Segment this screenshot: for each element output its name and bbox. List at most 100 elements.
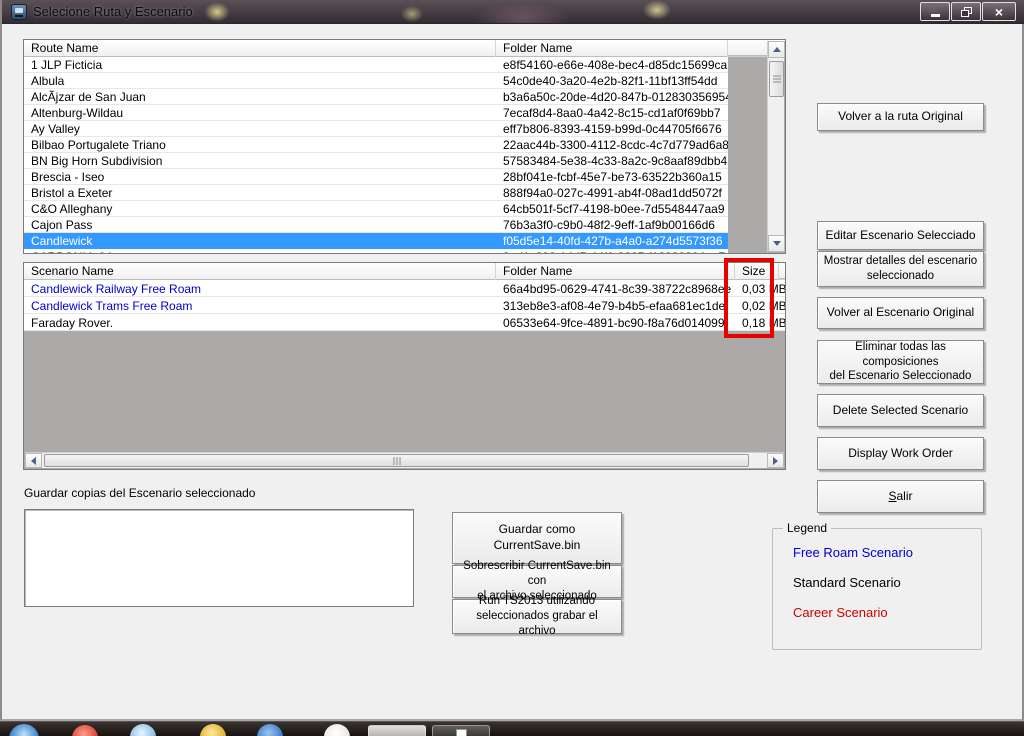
scenario-list-header: Scenario Name Folder Name Size [24, 263, 785, 280]
route-row[interactable]: Ay Valley eff7b806-8393-4159-b99d-0c4470… [24, 121, 728, 137]
app-window: Selecione Ruta y Escenario × Route Name … [0, 0, 1024, 721]
route-name-cell: C&O Alleghany [24, 201, 496, 216]
route-folder-cell: 57583484-5e38-4c33-8a2c-9c8aaf89dbb4 [496, 153, 728, 168]
scenario-size-column-header[interactable]: Size [735, 263, 779, 280]
legend-groupbox: Legend Free Roam Scenario Standard Scena… [772, 528, 982, 650]
scenario-folder-cell: 313eb8e3-af08-4e79-b4b5-efaa681ec1de [496, 297, 735, 313]
close-button[interactable]: × [982, 2, 1016, 21]
route-name-cell: 1 JLP Ficticia [24, 57, 496, 72]
route-row-selected[interactable]: Candlewick f05d5e14-40fd-427b-a4a0-a274d… [24, 233, 728, 249]
route-row-clipped[interactable]: CARBONLL 04 9ad1c390-14d5-44f0-9895-f189… [24, 249, 728, 254]
route-row[interactable]: Altenburg-Wildau 7ecaf8d4-8aa0-4a42-8c15… [24, 105, 728, 121]
route-folder-cell: eff7b806-8393-4159-b99d-0c44705f6676 [496, 121, 728, 136]
guardar-currentsave-button[interactable]: Guardar como CurrentSave.bin [452, 512, 622, 564]
pinned-white-red-icon[interactable] [324, 724, 350, 736]
route-folder-cell: b3a6a50c-20de-4d20-847b-012830356954 [496, 89, 728, 104]
route-list-vertical-scrollbar[interactable] [767, 41, 784, 252]
minimize-button[interactable] [920, 2, 950, 21]
scenario-size-cell: 0,18 MB [735, 314, 785, 330]
route-name-cell: Bristol a Exeter [24, 185, 496, 200]
scenario-name-column-header[interactable]: Scenario Name [24, 263, 496, 280]
route-row[interactable]: BN Big Horn Subdivision 57583484-5e38-4c… [24, 153, 728, 169]
scroll-thumb[interactable] [44, 454, 749, 467]
legend-title: Legend [783, 521, 831, 535]
taskbar-window-button-active[interactable] [368, 725, 426, 736]
route-listview: Route Name Folder Name 1 JLP Ficticia e8… [23, 39, 786, 254]
scenario-name-cell: Candlewick Railway Free Roam [24, 280, 496, 296]
internet-explorer-icon[interactable] [200, 724, 226, 736]
grip-icon [773, 76, 781, 83]
delete-selected-scenario-button[interactable]: Delete Selected Scenario [817, 394, 984, 427]
legend-free-roam: Free Roam Scenario [793, 545, 913, 560]
scenario-size-cell: 0,02 MB [735, 297, 785, 313]
taskbar[interactable] [0, 721, 1024, 736]
route-name-cell: Candlewick [24, 233, 496, 248]
taskbar-window-button[interactable] [432, 725, 490, 736]
document-icon [456, 729, 467, 736]
save-copies-label: Guardar copias del Escenario seleccionad… [24, 486, 255, 500]
sobrescribir-currentsave-button[interactable]: Sobrescribir CurrentSave.bin con el arch… [452, 565, 622, 598]
scenario-folder-cell: 66a4bd95-0629-4741-8c39-38722c8968ee [496, 280, 735, 296]
editar-escenario-button[interactable]: Editar Escenario Selecciado [817, 221, 984, 250]
volver-escenario-original-button[interactable]: Volver al Escenario Original [817, 297, 984, 329]
scenario-list-content: Candlewick Railway Free Roam 66a4bd95-06… [24, 280, 785, 331]
route-row[interactable]: Bilbao Portugalete Triano 22aac44b-3300-… [24, 137, 728, 153]
scenario-row[interactable]: Faraday Rover. 06533e64-9fce-4891-bc90-f… [24, 314, 785, 331]
route-name-cell: Brescia - Iseo [24, 169, 496, 184]
arrow-right-icon [773, 457, 778, 465]
route-name-cell: Ay Valley [24, 121, 496, 136]
scenario-name-cell: Candlewick Trams Free Roam [24, 297, 496, 313]
route-folder-cell: 7ecaf8d4-8aa0-4a42-8c15-cd1af0f69bb7 [496, 105, 728, 120]
scenario-row[interactable]: Candlewick Trams Free Roam 313eb8e3-af08… [24, 297, 785, 314]
app-icon [11, 4, 27, 20]
scroll-thumb[interactable] [769, 61, 784, 97]
scenario-folder-column-header[interactable]: Folder Name [496, 263, 735, 280]
scroll-down-button[interactable] [768, 235, 785, 252]
legend-career: Career Scenario [793, 605, 888, 620]
display-work-order-button[interactable]: Display Work Order [817, 437, 984, 470]
volver-ruta-original-button[interactable]: Volver a la ruta Original [817, 103, 984, 131]
route-row[interactable]: Bristol a Exeter 888f94a0-027c-4991-ab4f… [24, 185, 728, 201]
scroll-right-button[interactable] [767, 453, 784, 468]
route-folder-cell: 888f94a0-027c-4991-ab4f-08ad1dd5072f [496, 185, 728, 200]
route-name-cell: AlcÃjzar de San Juan [24, 89, 496, 104]
route-row[interactable]: AlcÃjzar de San Juan b3a6a50c-20de-4d20-… [24, 89, 728, 105]
minimize-icon [931, 14, 940, 17]
route-row[interactable]: Brescia - Iseo 28bf041e-fcbf-45e7-be73-6… [24, 169, 728, 185]
route-folder-cell: f05d5e14-40fd-427b-a4a0-a274d5573f36 [496, 233, 728, 248]
route-row[interactable]: Albula 54c0de40-3a20-4e2b-82f1-11bf13ff5… [24, 73, 728, 89]
route-folder-cell: 28bf041e-fcbf-45e7-be73-63522b360a15 [496, 169, 728, 184]
scenario-row[interactable]: Candlewick Railway Free Roam 66a4bd95-06… [24, 280, 785, 297]
saved-copies-listbox[interactable] [24, 509, 414, 607]
route-name-cell: Altenburg-Wildau [24, 105, 496, 120]
eliminar-composiciones-button[interactable]: Eliminar todas las composiciones del Esc… [817, 340, 984, 384]
mostrar-detalles-button[interactable]: Mostrar detalles del escenario seleccion… [817, 251, 984, 287]
salir-accelerator: S [888, 489, 896, 503]
restore-icon [961, 7, 972, 17]
route-name-cell: BN Big Horn Subdivision [24, 153, 496, 168]
start-orb-icon[interactable] [9, 724, 39, 736]
route-list-content: 1 JLP Ficticia e8f54160-e66e-408e-bec4-d… [24, 57, 728, 254]
scroll-left-button[interactable] [25, 453, 42, 468]
scenario-list-horizontal-scrollbar[interactable] [25, 452, 784, 468]
restore-button[interactable] [951, 2, 981, 21]
salir-button[interactable]: Salir [817, 480, 984, 513]
arrow-left-icon [31, 457, 36, 465]
grip-icon [393, 457, 400, 465]
route-row[interactable]: C&O Alleghany 64cb501f-5cf7-4198-b0ee-7d… [24, 201, 728, 217]
route-row[interactable]: 1 JLP Ficticia e8f54160-e66e-408e-bec4-d… [24, 57, 728, 73]
scroll-up-button[interactable] [768, 41, 785, 58]
pinned-red-icon[interactable] [72, 725, 98, 736]
route-row[interactable]: Cajon Pass 76b3a3f0-c9b0-48f2-9eff-1af9b… [24, 217, 728, 233]
arrow-up-icon [773, 47, 781, 52]
run-ts2013-button[interactable]: Run TS2013 utilizando seleccionados grab… [452, 599, 622, 634]
pinned-blue-icon[interactable] [257, 724, 283, 736]
pinned-lightblue-icon[interactable] [130, 724, 156, 736]
route-folder-cell: 9ad1c390-14d5-44f0-9895-f18938894ae7 [496, 249, 728, 254]
screen: Selecione Ruta y Escenario × Route Name … [0, 0, 1024, 736]
scenario-folder-cell: 06533e64-9fce-4891-bc90-f8a76d014099 [496, 314, 735, 330]
route-folder-column-header[interactable]: Folder Name [496, 40, 728, 57]
window-title: Selecione Ruta y Escenario [33, 4, 193, 19]
title-bar[interactable]: Selecione Ruta y Escenario × [2, 0, 1024, 24]
route-name-column-header[interactable]: Route Name [24, 40, 496, 57]
